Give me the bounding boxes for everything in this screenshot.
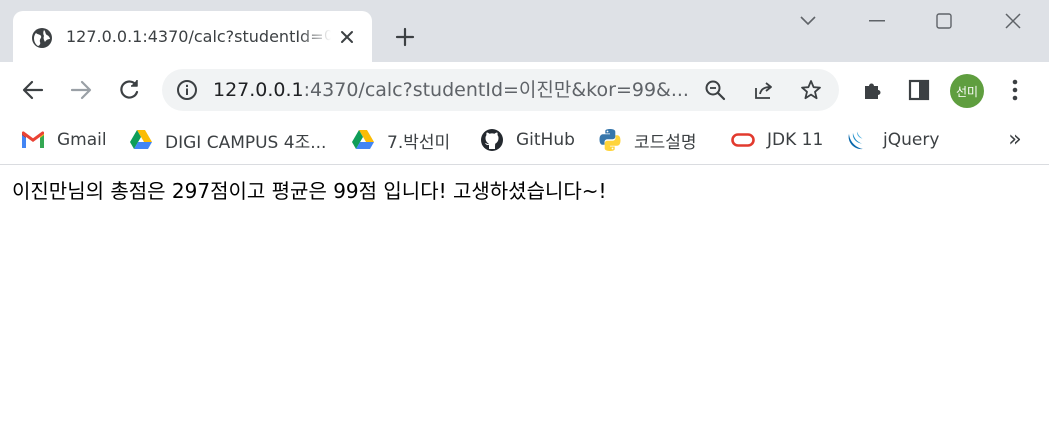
site-info-icon[interactable] xyxy=(176,79,198,101)
page-content: 이진만님의 총점은 297점이고 평균은 99점 입니다! 고생하셨습니다~! xyxy=(0,166,1049,437)
profile-avatar[interactable]: 선미 xyxy=(950,74,984,108)
address-bar[interactable]: 127.0.0.1:4370/calc?studentId=이진만&kor=99… xyxy=(162,69,839,111)
bookmark-7-parkseonmi[interactable]: 7.박선미 xyxy=(351,126,450,154)
bookmark-gmail[interactable]: Gmail xyxy=(21,126,107,154)
bookmarks-overflow-chevron[interactable]: » xyxy=(1002,126,1028,152)
maximize-icon[interactable] xyxy=(929,6,959,36)
side-panel-icon[interactable] xyxy=(903,74,935,106)
bookmark-jdk-11[interactable]: JDK 11 xyxy=(731,126,823,154)
bookmark-digi-campus[interactable]: DIGI CAMPUS 4조... xyxy=(129,126,326,154)
url-host: 127.0.0.1 xyxy=(213,79,304,101)
reload-icon[interactable] xyxy=(113,74,145,106)
forward-icon[interactable] xyxy=(65,74,97,106)
bookmark-label: GitHub xyxy=(516,130,575,150)
bookmark-github[interactable]: GitHub xyxy=(480,126,575,154)
extensions-icon[interactable] xyxy=(856,74,888,106)
url-text[interactable]: 127.0.0.1:4370/calc?studentId=이진만&kor=99… xyxy=(213,69,693,111)
bookmark-code-description[interactable]: 코드설명 xyxy=(598,126,697,154)
profile-initials: 선미 xyxy=(955,84,979,99)
bookmarks-bar: Gmail DIGI CAMPUS 4조... 7.박선미 GitHub 코드설… xyxy=(0,118,1049,165)
menu-kebab-icon[interactable] xyxy=(999,74,1031,106)
url-path: :4370/calc?studentId=이진만&kor=99&... xyxy=(303,79,689,101)
bookmark-label: JDK 11 xyxy=(767,130,824,150)
bookmark-label: jQuery xyxy=(883,130,940,150)
share-icon[interactable] xyxy=(752,78,776,102)
google-drive-icon xyxy=(351,128,375,152)
bookmark-star-icon[interactable] xyxy=(799,78,823,102)
tab-close-icon[interactable] xyxy=(335,25,359,49)
globe-icon xyxy=(31,27,53,49)
jquery-icon xyxy=(847,128,871,152)
tab-strip: 127.0.0.1:4370/calc?studentId=이진만&kor=99… xyxy=(0,0,1049,62)
oracle-icon xyxy=(731,128,755,152)
back-icon[interactable] xyxy=(17,74,49,106)
google-drive-icon xyxy=(129,128,153,152)
bookmark-label: DIGI CAMPUS 4조... xyxy=(165,132,327,153)
tab-title: 127.0.0.1:4370/calc?studentId=이진만&kor=99… xyxy=(66,27,331,46)
new-tab-icon[interactable] xyxy=(392,24,418,50)
active-tab[interactable]: 127.0.0.1:4370/calc?studentId=이진만&kor=99… xyxy=(13,11,372,62)
python-icon xyxy=(598,128,622,152)
close-icon[interactable] xyxy=(998,6,1028,36)
bookmark-label: Gmail xyxy=(57,130,107,150)
gmail-icon xyxy=(21,128,45,152)
zoom-icon[interactable] xyxy=(703,78,727,102)
result-message: 이진만님의 총점은 297점이고 평균은 99점 입니다! 고생하셨습니다~! xyxy=(12,179,607,203)
bookmark-jquery[interactable]: jQuery xyxy=(847,126,939,154)
minimize-icon[interactable] xyxy=(862,6,892,36)
toolbar: 127.0.0.1:4370/calc?studentId=이진만&kor=99… xyxy=(0,62,1049,118)
github-icon xyxy=(480,128,504,152)
bookmark-label: 코드설명 xyxy=(634,132,697,153)
bookmark-label: 7.박선미 xyxy=(387,132,451,153)
tab-search-icon[interactable] xyxy=(793,6,823,36)
